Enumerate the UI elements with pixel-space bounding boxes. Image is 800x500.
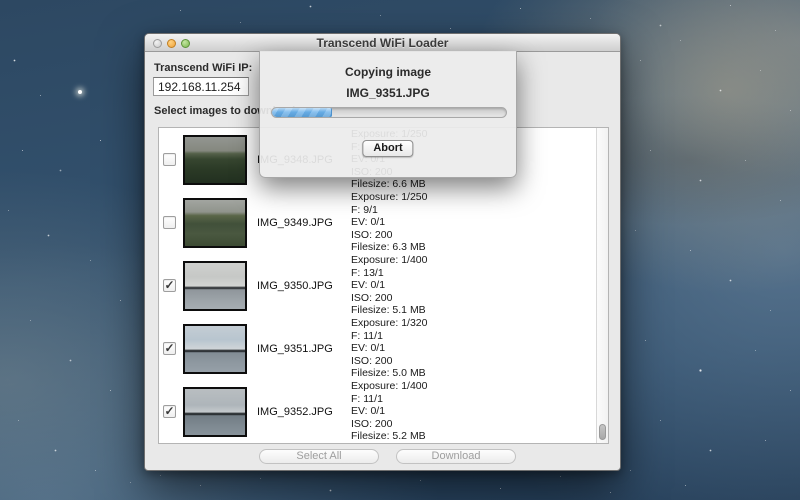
scrollbar-track[interactable] <box>596 128 608 443</box>
image-checkbox[interactable]: ✓ <box>163 405 176 418</box>
exif-line: Filesize: 5.2 MB <box>351 430 427 442</box>
exif-line: Filesize: 6.3 MB <box>351 241 427 253</box>
exif-line: Exposure: 1/400 <box>351 254 427 266</box>
exif-line: Filesize: 6.6 MB <box>351 178 427 190</box>
zoom-button[interactable] <box>181 39 190 48</box>
exif-line: Exposure: 1/250 <box>351 191 427 203</box>
image-thumbnail <box>183 135 247 185</box>
exif-line: Exposure: 1/320 <box>351 317 427 329</box>
image-checkbox[interactable]: ✓ <box>163 342 176 355</box>
table-row: ✓ IMG_9352.JPG Exposure: 1/400F: 11/1EV:… <box>159 380 596 443</box>
ip-input[interactable] <box>153 77 249 96</box>
ip-label: Transcend WiFi IP: <box>154 62 252 74</box>
title-bar[interactable]: Transcend WiFi Loader <box>145 34 620 52</box>
table-row: IMG_9349.JPG Exposure: 1/250F: 9/1EV: 0/… <box>159 191 596 254</box>
table-row: ✓ IMG_9350.JPG Exposure: 1/400F: 13/1EV:… <box>159 254 596 317</box>
progress-fill <box>272 108 332 117</box>
exif-line: F: 9/1 <box>351 204 427 216</box>
image-checkbox[interactable] <box>163 153 176 166</box>
image-exif: Exposure: 1/250F: 9/1EV: 0/1ISO: 200File… <box>351 191 427 253</box>
exif-line: Filesize: 5.0 MB <box>351 367 427 379</box>
minimize-button[interactable] <box>167 39 176 48</box>
exif-line: F: 13/1 <box>351 267 427 279</box>
sheet-title: Copying image <box>260 65 516 79</box>
table-row: ✓ IMG_9351.JPG Exposure: 1/320F: 11/1EV:… <box>159 317 596 380</box>
image-checkbox[interactable]: ✓ <box>163 279 176 292</box>
window-controls <box>153 39 190 48</box>
download-button[interactable]: Download <box>396 449 516 464</box>
image-filename: IMG_9350.JPG <box>257 280 343 292</box>
copy-progress-sheet: Copying image IMG_9351.JPG Abort <box>259 51 517 178</box>
image-exif: Exposure: 1/320F: 11/1EV: 0/1ISO: 200Fil… <box>351 317 427 379</box>
image-filename: IMG_9352.JPG <box>257 406 343 418</box>
exif-line: F: 11/1 <box>351 330 427 342</box>
exif-line: ISO: 200 <box>351 355 427 367</box>
bright-star <box>78 90 82 94</box>
scrollbar-thumb[interactable] <box>599 424 606 440</box>
exif-line: ISO: 200 <box>351 292 427 304</box>
exif-line: ISO: 200 <box>351 418 427 430</box>
image-thumbnail <box>183 387 247 437</box>
image-filename: IMG_9349.JPG <box>257 217 343 229</box>
image-thumbnail <box>183 324 247 374</box>
close-button[interactable] <box>153 39 162 48</box>
abort-button[interactable]: Abort <box>362 140 413 157</box>
image-exif: Exposure: 1/400F: 11/1EV: 0/1ISO: 200Fil… <box>351 380 427 442</box>
desktop-wallpaper: Transcend WiFi Loader Transcend WiFi IP:… <box>0 0 800 500</box>
exif-line: EV: 0/1 <box>351 405 427 417</box>
image-filename: IMG_9351.JPG <box>257 343 343 355</box>
starfield <box>0 0 1 1</box>
window-title: Transcend WiFi Loader <box>145 34 620 52</box>
sheet-filename: IMG_9351.JPG <box>260 86 516 100</box>
image-thumbnail <box>183 261 247 311</box>
exif-line: Exposure: 1/400 <box>351 380 427 392</box>
exif-line: Filesize: 5.1 MB <box>351 304 427 316</box>
image-thumbnail <box>183 198 247 248</box>
exif-line: EV: 0/1 <box>351 279 427 291</box>
progress-bar <box>271 107 507 118</box>
exif-line: EV: 0/1 <box>351 342 427 354</box>
exif-line: EV: 0/1 <box>351 216 427 228</box>
image-exif: Exposure: 1/400F: 13/1EV: 0/1ISO: 200Fil… <box>351 254 427 316</box>
exif-line: ISO: 200 <box>351 229 427 241</box>
image-checkbox[interactable] <box>163 216 176 229</box>
select-all-button[interactable]: Select All <box>259 449 379 464</box>
exif-line: F: 11/1 <box>351 393 427 405</box>
